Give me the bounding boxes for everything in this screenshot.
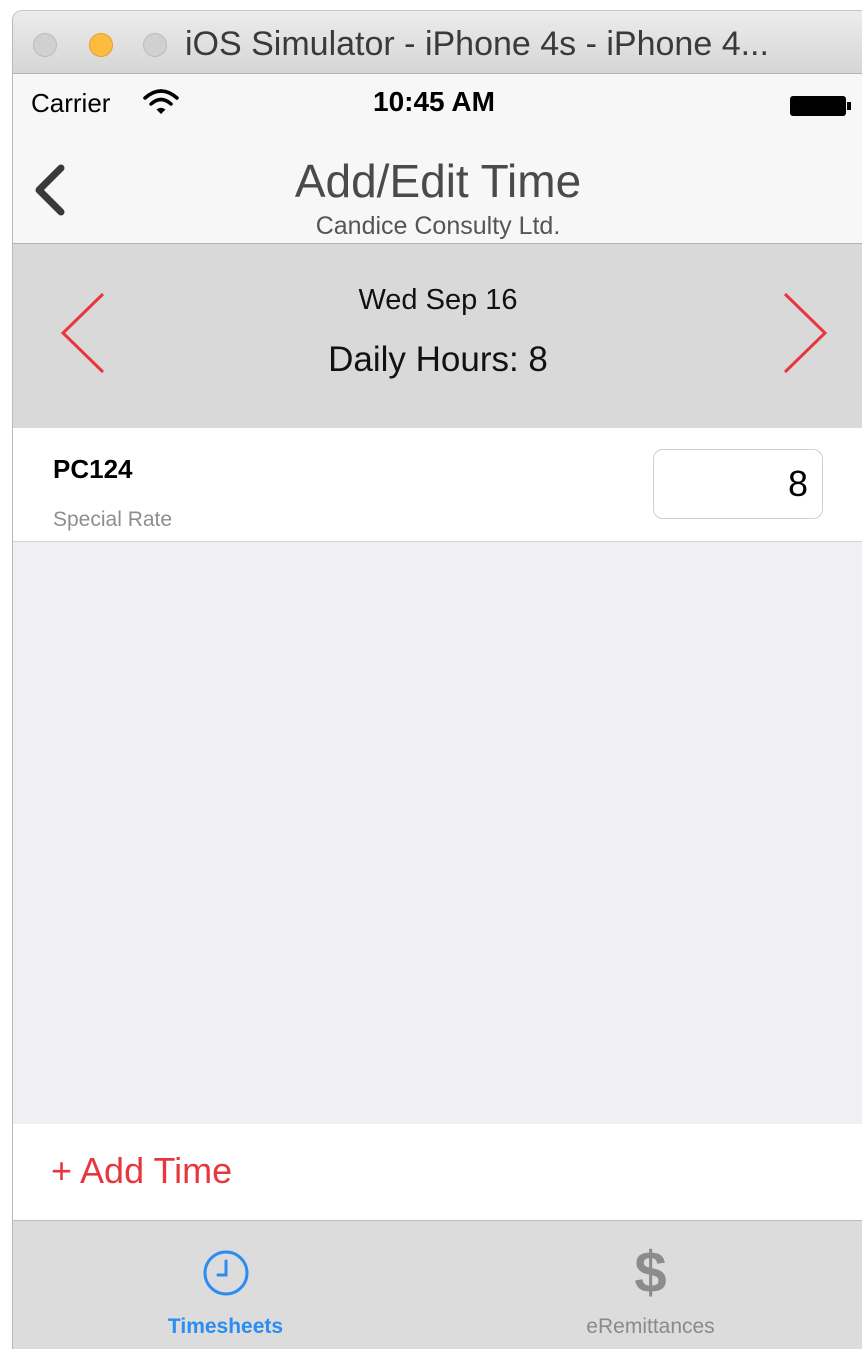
add-time-bar: + Add Time <box>13 1124 862 1220</box>
page-title: Add/Edit Time <box>294 155 582 207</box>
window-zoom-button[interactable] <box>143 33 167 57</box>
clock-icon <box>203 1250 248 1296</box>
tab-timesheets[interactable]: Timesheets <box>13 1221 438 1349</box>
next-day-chevron-icon[interactable] <box>773 288 833 378</box>
carrier-label: Carrier <box>31 88 111 118</box>
window-close-button[interactable] <box>33 33 57 57</box>
ios-status-bar: Carrier 10:45 AM <box>13 74 862 132</box>
status-time: 10:45 AM <box>373 86 495 117</box>
entry-code: PC124 <box>53 454 133 484</box>
simulator-window: iOS Simulator - iPhone 4s - iPhone 4... … <box>12 10 862 1349</box>
hours-input[interactable] <box>653 449 823 519</box>
tab-eremittances-icon-wrap: $ <box>438 1243 862 1303</box>
entry-rate: Special Rate <box>53 508 173 531</box>
tab-eremittances-label: eRemittances <box>586 1315 715 1338</box>
wifi-icon <box>143 89 179 114</box>
page-subtitle: Candice Consulty Ltd. <box>315 212 561 240</box>
current-date: Wed Sep 16 <box>358 284 518 316</box>
date-header: Wed Sep 16 Daily Hours: 8 <box>13 244 862 428</box>
dollar-icon: $ <box>634 1240 667 1305</box>
time-entry-row[interactable]: PC124 Special Rate <box>13 428 862 542</box>
window-titlebar: iOS Simulator - iPhone 4s - iPhone 4... <box>13 11 862 74</box>
daily-hours: Daily Hours: 8 <box>328 340 548 379</box>
window-minimize-button[interactable] <box>89 33 113 57</box>
window-title: iOS Simulator - iPhone 4s - iPhone 4... <box>185 25 769 63</box>
add-time-button[interactable]: + Add Time <box>51 1150 232 1192</box>
tab-timesheets-label: Timesheets <box>167 1315 284 1338</box>
tab-timesheets-icon-wrap <box>13 1243 438 1303</box>
navigation-bar: Add/Edit Time Candice Consulty Ltd. <box>13 132 862 244</box>
tab-bar: Timesheets $ eRemittances <box>13 1220 862 1349</box>
battery-icon <box>790 96 851 116</box>
tab-eremittances[interactable]: $ eRemittances <box>438 1221 862 1349</box>
